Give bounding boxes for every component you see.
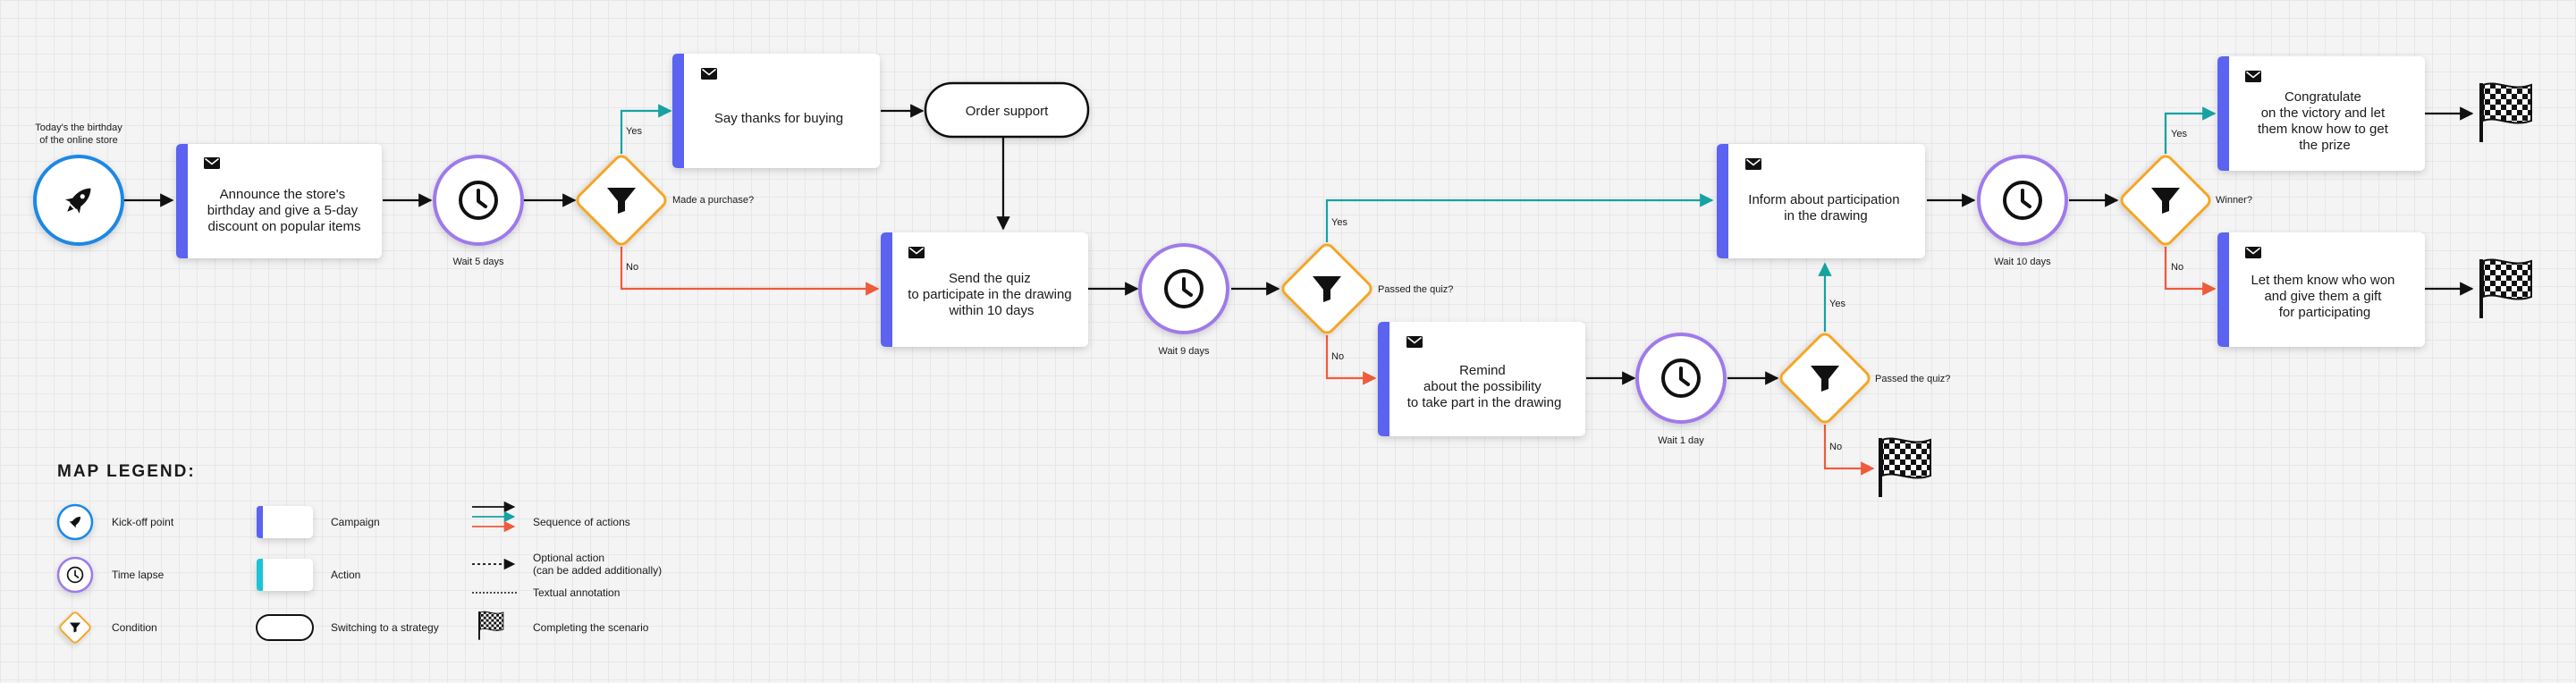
kickoff-node[interactable]: Today's the birthday of the online store [33, 122, 124, 246]
yes-label: Yes [1829, 299, 1845, 309]
kickoff-caption: of the online store [39, 135, 117, 146]
map-legend: MAP LEGEND: Kick-off point Time lapse Co… [56, 462, 662, 644]
checkered-flag-icon [1878, 437, 1931, 498]
legend-title: MAP LEGEND: [57, 462, 196, 481]
campaign-card-inform[interactable]: Inform about participation in the drawin… [1717, 144, 1925, 258]
no-label: No [1829, 442, 1842, 452]
campaign-card-remind[interactable]: Remind about the possibility to take par… [1378, 322, 1585, 436]
envelope-icon [2244, 246, 2262, 259]
checkered-flag-icon [478, 611, 504, 640]
envelope-icon [908, 246, 925, 259]
legend-optional: Optional action (can be added additional… [533, 552, 662, 577]
legend-switching: Switching to a strategy [331, 621, 439, 634]
checkered-flag-icon [2479, 258, 2532, 319]
strategy-label: Order support [966, 104, 1049, 119]
campaign-card-who-won[interactable]: Let them know who won and give them a gi… [2217, 232, 2425, 347]
campaign-card-quiz[interactable]: Send the quiz to participate in the draw… [881, 232, 1088, 347]
envelope-icon [203, 156, 221, 170]
scenario-diagram: Yes No Yes No Yes No Yes No Today's the … [33, 54, 2532, 644]
card-text: Say thanks for buying [714, 111, 843, 126]
no-label: No [2171, 262, 2183, 273]
legend-condition: Condition [112, 621, 157, 634]
timer-wait-5-days[interactable]: Wait 5 days [433, 155, 524, 267]
condition-label: Winner? [2216, 195, 2252, 206]
condition-label: Made a purchase? [672, 195, 754, 206]
yes-label: Yes [2171, 129, 2187, 139]
card-text: Announce the store's birthday and give a… [207, 187, 362, 234]
checkered-flag-icon [2479, 82, 2532, 143]
legend-completing: Completing the scenario [533, 621, 649, 634]
kickoff-caption: Today's the birthday [35, 122, 122, 133]
no-label: No [626, 262, 638, 273]
legend-sequence: Sequence of actions [533, 516, 630, 528]
timer-wait-10-days[interactable]: Wait 10 days [1977, 155, 2068, 267]
campaign-card-announce[interactable]: Announce the store's birthday and give a… [176, 144, 382, 258]
timer-wait-1-day[interactable]: Wait 1 day [1635, 333, 1727, 446]
yes-label: Yes [1331, 217, 1347, 228]
envelope-icon [1406, 335, 1423, 349]
arrow-cond2-yes [1325, 193, 1714, 242]
strategy-order-support[interactable]: Order support [924, 81, 1090, 139]
legend-timelapse: Time lapse [112, 569, 165, 581]
condition-passed-the-quiz-2[interactable]: Passed the quiz? [1778, 332, 1951, 426]
legend-action: Action [331, 569, 360, 581]
legend-kickoff: Kick-off point [112, 516, 174, 528]
condition-label: Passed the quiz? [1378, 284, 1453, 295]
legend-campaign: Campaign [331, 516, 380, 528]
yes-label: Yes [626, 126, 642, 137]
condition-label: Passed the quiz? [1875, 374, 1950, 384]
campaign-card-thanks[interactable]: Say thanks for buying [672, 54, 880, 168]
timer-label: Wait 5 days [452, 257, 504, 267]
timer-label: Wait 1 day [1658, 435, 1704, 446]
legend-textual: Textual annotation [533, 586, 620, 599]
envelope-icon [1744, 157, 1762, 171]
timer-wait-9-days[interactable]: Wait 9 days [1138, 243, 1229, 357]
timer-label: Wait 10 days [1994, 257, 2051, 267]
envelope-icon [2244, 70, 2262, 83]
campaign-card-congratulate[interactable]: Congratulate on the victory and let them… [2217, 56, 2425, 171]
envelope-icon [700, 67, 718, 80]
timer-label: Wait 9 days [1158, 346, 1210, 357]
arrow-cond1-no [620, 247, 880, 296]
no-label: No [1331, 351, 1344, 362]
condition-passed-the-quiz[interactable]: Passed the quiz? [1280, 242, 1454, 336]
